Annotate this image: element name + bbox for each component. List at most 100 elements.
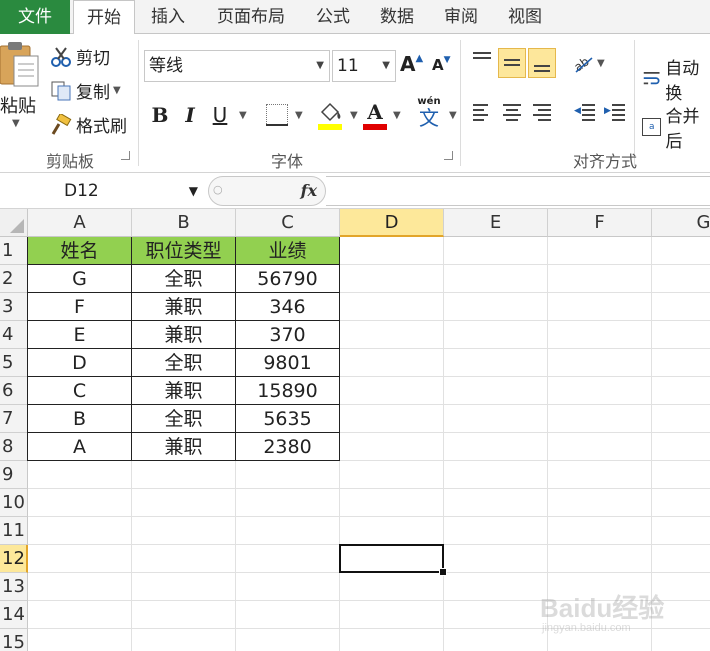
empty-cell[interactable] <box>548 293 652 321</box>
borders-dropdown-icon[interactable]: ▼ <box>295 110 303 121</box>
empty-cell[interactable] <box>652 545 710 573</box>
empty-cell[interactable] <box>548 265 652 293</box>
borders-button[interactable] <box>266 104 288 126</box>
align-left-button[interactable] <box>468 98 496 128</box>
data-cell[interactable]: 15890 <box>236 377 340 405</box>
name-box[interactable]: D12 ▼ <box>0 177 206 205</box>
format-painter-button[interactable]: 格式刷 <box>50 112 127 137</box>
merge-center-button[interactable]: a 合并后 <box>642 102 710 152</box>
row-header-2[interactable]: 2 <box>0 265 28 293</box>
tab-data[interactable]: 数据 <box>370 0 424 34</box>
empty-cell[interactable] <box>652 293 710 321</box>
formula-input[interactable] <box>326 176 710 206</box>
data-cell[interactable]: 全职 <box>132 349 236 377</box>
empty-cell[interactable] <box>444 629 548 651</box>
empty-cell[interactable] <box>340 293 444 321</box>
empty-cell[interactable] <box>548 237 652 265</box>
empty-cell[interactable] <box>548 405 652 433</box>
empty-cell[interactable] <box>444 433 548 461</box>
empty-cell[interactable] <box>444 517 548 545</box>
empty-cell[interactable] <box>340 321 444 349</box>
data-cell[interactable]: 兼职 <box>132 433 236 461</box>
data-cell[interactable]: 56790 <box>236 265 340 293</box>
empty-cell[interactable] <box>340 629 444 651</box>
empty-cell[interactable] <box>28 517 132 545</box>
data-cell[interactable]: 2380 <box>236 433 340 461</box>
font-size-select[interactable]: 11 ▼ <box>332 50 396 82</box>
empty-cell[interactable] <box>652 265 710 293</box>
italic-button[interactable]: I <box>176 100 204 130</box>
paste-dropdown-icon[interactable]: ▼ <box>12 118 20 129</box>
row-header-13[interactable]: 13 <box>0 573 28 601</box>
phonetic-dropdown-icon[interactable]: ▼ <box>449 110 457 121</box>
phonetic-button[interactable]: wén 文 <box>414 96 444 132</box>
data-cell[interactable]: A <box>28 433 132 461</box>
empty-cell[interactable] <box>652 517 710 545</box>
empty-cell[interactable] <box>132 601 236 629</box>
empty-cell[interactable] <box>444 349 548 377</box>
row-header-5[interactable]: 5 <box>0 349 28 377</box>
empty-cell[interactable] <box>28 489 132 517</box>
row-header-11[interactable]: 11 <box>0 517 28 545</box>
data-cell[interactable]: C <box>28 377 132 405</box>
data-cell[interactable]: 全职 <box>132 265 236 293</box>
column-header-g[interactable]: G <box>652 209 710 237</box>
tab-home[interactable]: 开始 <box>73 0 135 35</box>
align-right-button[interactable] <box>528 98 556 128</box>
empty-cell[interactable] <box>444 489 548 517</box>
column-header-a[interactable]: A <box>28 209 132 237</box>
empty-cell[interactable] <box>548 433 652 461</box>
empty-cell[interactable] <box>132 489 236 517</box>
row-header-8[interactable]: 8 <box>0 433 28 461</box>
row-header-12[interactable]: 12 <box>0 545 28 573</box>
empty-cell[interactable] <box>236 629 340 651</box>
tab-view[interactable]: 视图 <box>498 0 552 34</box>
data-cell[interactable]: E <box>28 321 132 349</box>
empty-cell[interactable] <box>340 573 444 601</box>
empty-cell[interactable] <box>340 349 444 377</box>
cut-button[interactable]: 剪切 <box>50 44 110 69</box>
empty-cell[interactable] <box>132 573 236 601</box>
empty-cell[interactable] <box>652 461 710 489</box>
align-center-button[interactable] <box>498 98 526 128</box>
empty-cell[interactable] <box>340 461 444 489</box>
align-bottom-button[interactable] <box>528 48 556 78</box>
font-color-button[interactable]: A <box>362 100 388 130</box>
grow-font-button[interactable]: A ▲ <box>400 52 423 76</box>
empty-cell[interactable] <box>28 601 132 629</box>
empty-cell[interactable] <box>652 349 710 377</box>
data-cell[interactable]: B <box>28 405 132 433</box>
empty-cell[interactable] <box>340 237 444 265</box>
row-header-14[interactable]: 14 <box>0 601 28 629</box>
font-launcher-icon[interactable] <box>444 151 453 160</box>
row-header-7[interactable]: 7 <box>0 405 28 433</box>
empty-cell[interactable] <box>444 237 548 265</box>
fill-color-button[interactable] <box>318 102 344 130</box>
empty-cell[interactable] <box>652 489 710 517</box>
row-header-9[interactable]: 9 <box>0 461 28 489</box>
empty-cell[interactable] <box>444 461 548 489</box>
shrink-font-button[interactable]: A ▼ <box>432 55 451 74</box>
column-header-e[interactable]: E <box>444 209 548 237</box>
data-cell[interactable]: 9801 <box>236 349 340 377</box>
font-name-select[interactable]: 等线 ▼ <box>144 50 330 82</box>
tab-review[interactable]: 审阅 <box>434 0 488 34</box>
empty-cell[interactable] <box>236 489 340 517</box>
underline-button[interactable]: U <box>206 100 234 130</box>
empty-cell[interactable] <box>132 545 236 573</box>
empty-cell[interactable] <box>652 405 710 433</box>
select-all-button[interactable] <box>0 209 28 237</box>
column-header-b[interactable]: B <box>132 209 236 237</box>
empty-cell[interactable] <box>236 461 340 489</box>
paste-button[interactable]: 粘贴 ▼ <box>0 38 44 138</box>
empty-cell[interactable] <box>652 321 710 349</box>
empty-cell[interactable] <box>548 461 652 489</box>
row-header-4[interactable]: 4 <box>0 321 28 349</box>
empty-cell[interactable] <box>132 461 236 489</box>
empty-cell[interactable] <box>340 517 444 545</box>
font-color-dropdown-icon[interactable]: ▼ <box>393 110 401 121</box>
data-cell[interactable]: 5635 <box>236 405 340 433</box>
empty-cell[interactable] <box>444 405 548 433</box>
data-cell[interactable]: 346 <box>236 293 340 321</box>
data-cell[interactable]: G <box>28 265 132 293</box>
